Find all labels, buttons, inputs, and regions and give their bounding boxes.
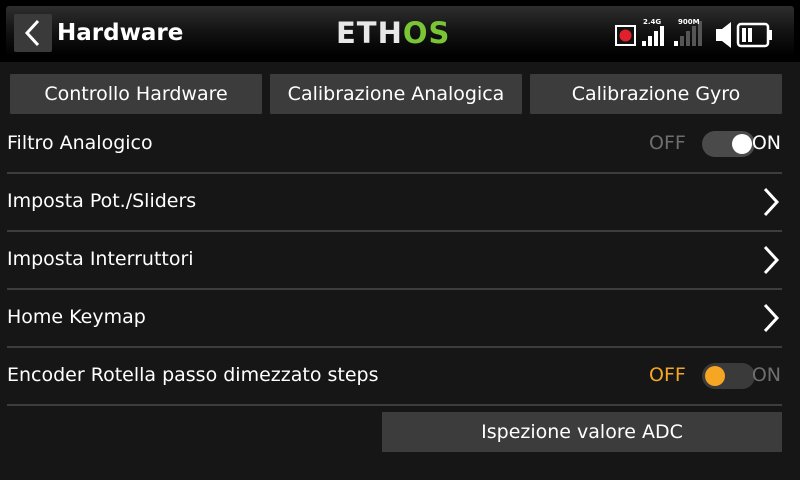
- tab-calibrazione-gyro[interactable]: Calibrazione Gyro: [530, 74, 782, 114]
- encoder-rotella-label: Encoder Rotella passo dimezzato steps: [7, 364, 379, 386]
- logo-eth-text: ETH: [336, 16, 403, 50]
- row-encoder-rotella: Encoder Rotella passo dimezzato steps OF…: [7, 347, 782, 406]
- radio-24-label: 2.4G: [643, 18, 661, 26]
- chevron-right-icon: [763, 245, 780, 275]
- row-filtro-analogico: Filtro Analogico OFF ON: [7, 115, 782, 174]
- record-icon: [615, 25, 636, 46]
- home-keymap-label: Home Keymap: [7, 306, 146, 328]
- tab-calibrazione-analogica[interactable]: Calibrazione Analogica: [270, 74, 522, 114]
- ispezione-adc-button[interactable]: Ispezione valore ADC: [382, 412, 782, 452]
- radio-900-label: 900M: [678, 18, 700, 26]
- top-bar: Hardware ETHOS 2.4G 900M: [0, 0, 800, 62]
- ethos-logo: ETHOS: [336, 15, 450, 51]
- toggle-knob: [705, 366, 725, 386]
- toggle-off-label: OFF: [649, 132, 686, 154]
- chevron-left-icon: [24, 19, 40, 47]
- logo-os-text: OS: [402, 16, 451, 50]
- speaker-icon: [716, 22, 731, 48]
- battery-icon: [736, 22, 772, 48]
- imposta-pot-sliders-label: Imposta Pot./Sliders: [7, 190, 197, 212]
- chevron-right-icon: [763, 187, 780, 217]
- page-title: Hardware: [57, 20, 184, 46]
- toggle-track: [702, 131, 755, 157]
- toggle-track: [702, 363, 755, 389]
- signal-900m-icon: 900M: [674, 18, 702, 46]
- toggle-off-label: OFF: [649, 364, 686, 386]
- imposta-interruttori-label: Imposta Interruttori: [7, 248, 194, 270]
- chevron-right-icon: [763, 303, 780, 333]
- signal-2g4-icon: 2.4G: [642, 18, 664, 46]
- row-home-keymap[interactable]: Home Keymap: [7, 289, 782, 348]
- toggle-on-label: ON: [751, 364, 781, 386]
- toggle-knob: [732, 134, 752, 154]
- row-imposta-interruttori[interactable]: Imposta Interruttori: [7, 231, 782, 290]
- back-button[interactable]: [14, 14, 52, 52]
- encoder-rotella-toggle[interactable]: OFF ON: [622, 347, 782, 403]
- row-imposta-pot-sliders[interactable]: Imposta Pot./Sliders: [7, 173, 782, 232]
- filtro-analogico-label: Filtro Analogico: [7, 132, 153, 154]
- filtro-analogico-toggle[interactable]: OFF ON: [622, 115, 782, 171]
- tab-controllo-hardware[interactable]: Controllo Hardware: [10, 74, 262, 114]
- status-area: 2.4G 900M: [612, 14, 787, 50]
- toggle-on-label: ON: [751, 132, 781, 154]
